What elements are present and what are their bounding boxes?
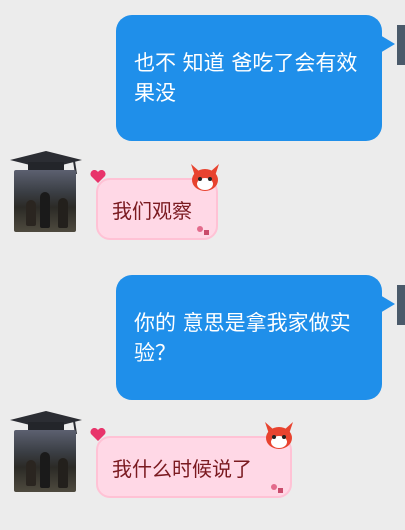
fox-icon: [265, 422, 293, 449]
my-avatar[interactable]: [397, 25, 405, 65]
fox-icon: [191, 164, 219, 191]
avatar-photo: [14, 170, 76, 232]
heart-icon: [90, 428, 106, 441]
message-text: 我什么时候说了: [112, 456, 252, 481]
message-text: 你的 意思是拿我家做实验？: [134, 310, 351, 365]
incoming-message-bubble[interactable]: 我们观察: [90, 164, 219, 240]
flower-icon: [271, 484, 283, 493]
outgoing-message-bubble[interactable]: 你的 意思是拿我家做实验？: [116, 275, 395, 400]
contact-avatar[interactable]: [8, 410, 82, 494]
message-text: 我们观察: [112, 198, 192, 223]
outgoing-message-bubble[interactable]: 也不 知道 爸吃了会有效果没: [116, 15, 395, 141]
flower-icon: [197, 226, 209, 235]
incoming-message-bubble[interactable]: 我什么时候说了: [90, 422, 293, 498]
message-text: 也不 知道 爸吃了会有效果没: [134, 51, 358, 105]
bubble-tail: [380, 35, 395, 53]
my-avatar[interactable]: [397, 285, 405, 325]
contact-avatar[interactable]: [8, 150, 82, 234]
bubble-tail: [380, 295, 395, 313]
avatar-photo: [14, 430, 76, 492]
heart-icon: [90, 170, 106, 183]
